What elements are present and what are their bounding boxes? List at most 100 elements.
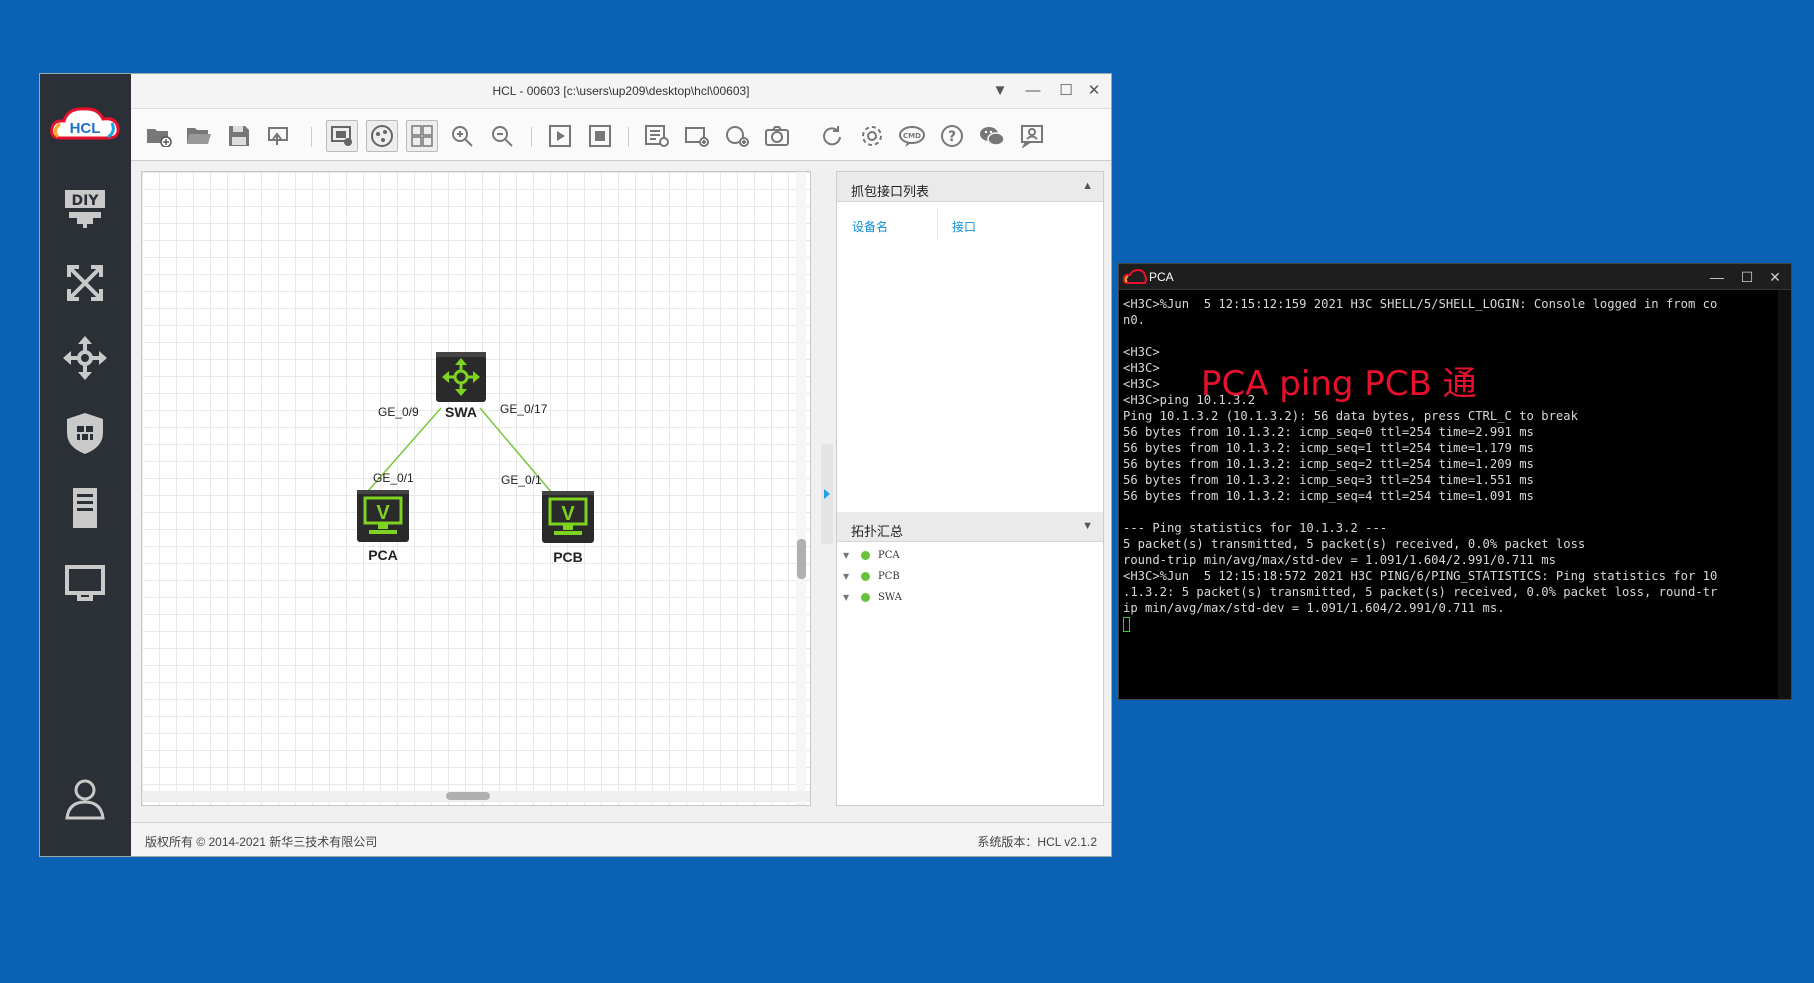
open-folder-icon[interactable] xyxy=(183,120,215,152)
column-device-name[interactable]: 设备名 xyxy=(852,218,888,235)
port-label-pca-ge0-1: GE_0/1 xyxy=(373,471,414,485)
column-interface[interactable]: 接口 xyxy=(952,218,976,235)
expand-caret-icon[interactable]: ▼ xyxy=(843,593,855,602)
zoom-out-icon[interactable] xyxy=(486,120,518,152)
device-label-swa: SWA xyxy=(445,404,477,420)
terminal-line: 56 bytes from 10.1.3.2: icmp_seq=4 ttl=2… xyxy=(1123,489,1534,503)
status-online-icon xyxy=(861,551,870,560)
terminal-line: <H3C>%Jun 5 12:15:18:572 2021 H3C PING/6… xyxy=(1123,569,1718,583)
switch-icon xyxy=(436,352,486,402)
export-icon[interactable] xyxy=(263,120,295,152)
add-note-icon[interactable] xyxy=(681,120,713,152)
terminal-window[interactable]: PCA — ☐ ✕ <H3C>%Jun 5 12:15:12:159 2021 … xyxy=(1118,263,1792,700)
title-bar: HCL - 00603 [c:\users\up209\desktop\hcl\… xyxy=(131,74,1111,109)
pc-icon: V xyxy=(357,490,409,542)
topo-item-swa[interactable]: ▼ SWA xyxy=(843,592,902,603)
maximize-icon[interactable]: ☐ xyxy=(1737,267,1757,287)
status-bar: 版权所有 © 2014-2021 新华三技术有限公司 系统版本：HCL v2.1… xyxy=(131,822,1111,856)
panel-collapse-handle[interactable] xyxy=(821,444,833,544)
svg-text:V: V xyxy=(561,503,575,525)
hcl-cloud-icon xyxy=(1123,269,1147,284)
capture-panel-header[interactable]: 抓包接口列表 ▲ xyxy=(837,172,1103,202)
topo-summary-title: 拓扑汇总 xyxy=(851,524,904,539)
camera-icon[interactable] xyxy=(761,120,793,152)
minimize-icon[interactable]: — xyxy=(1707,267,1727,287)
terminal-line: 56 bytes from 10.1.3.2: icmp_seq=0 ttl=2… xyxy=(1123,425,1534,439)
terminal-line: 56 bytes from 10.1.3.2: icmp_seq=2 ttl=2… xyxy=(1123,457,1534,471)
save-icon[interactable] xyxy=(223,120,255,152)
terminal-title: PCA xyxy=(1149,270,1174,284)
monitor-pc-icon[interactable] xyxy=(61,559,109,607)
pc-icon: V xyxy=(542,491,594,543)
window-title: HCL - 00603 [c:\users\up209\desktop\hcl\… xyxy=(492,84,750,98)
topo-summary-header[interactable]: 拓扑汇总 ▼ xyxy=(837,512,1103,542)
maximize-icon[interactable]: ☐ xyxy=(1055,80,1077,102)
canvas-vertical-scrollbar[interactable] xyxy=(796,172,806,805)
capture-panel-title: 抓包接口列表 xyxy=(851,184,930,199)
grid-view-icon[interactable] xyxy=(406,120,438,152)
sidebar: HCL DIY xyxy=(40,74,131,856)
close-icon[interactable]: ✕ xyxy=(1765,267,1785,287)
terminal-line: 5 packet(s) transmitted, 5 packet(s) rec… xyxy=(1123,537,1586,551)
svg-text:CMD: CMD xyxy=(903,132,921,140)
topo-item-pcb[interactable]: ▼ PCB xyxy=(843,571,900,582)
toolbar: CMD ? xyxy=(131,109,1111,161)
hcl-main-window: HCL DIY HCL - 00603 [c:\users\up209\desk… xyxy=(39,73,1112,857)
minimize-icon[interactable]: — xyxy=(1022,80,1044,102)
expand-caret-icon[interactable]: ▼ xyxy=(843,551,855,560)
port-label-pcb-ge0-1: GE_0/1 xyxy=(501,473,542,487)
terminal-line: 56 bytes from 10.1.3.2: icmp_seq=3 ttl=2… xyxy=(1123,473,1534,487)
refresh-icon[interactable] xyxy=(816,120,848,152)
capture-icon[interactable] xyxy=(326,120,358,152)
start-all-icon[interactable] xyxy=(544,120,576,152)
feedback-user-icon[interactable] xyxy=(1016,120,1048,152)
cmd-icon[interactable]: CMD xyxy=(896,120,928,152)
zoom-in-icon[interactable] xyxy=(446,120,478,152)
topology-view-icon[interactable] xyxy=(366,120,398,152)
user-icon[interactable] xyxy=(61,774,109,822)
settings-gear-icon[interactable] xyxy=(856,120,888,152)
chevron-up-down-icon[interactable]: ▲ xyxy=(1082,180,1093,192)
dropdown-icon[interactable]: ▼ xyxy=(989,80,1011,102)
server-icon[interactable] xyxy=(61,484,109,532)
add-shape-icon[interactable] xyxy=(721,120,753,152)
svg-text:HCL: HCL xyxy=(70,120,101,137)
terminal-cursor xyxy=(1123,617,1130,632)
device-swa[interactable] xyxy=(436,352,486,402)
chevron-down-icon[interactable]: ▼ xyxy=(1082,520,1093,532)
port-label-swa-ge0-17: GE_0/17 xyxy=(500,402,548,416)
status-online-icon xyxy=(861,593,870,602)
wechat-icon[interactable] xyxy=(976,120,1008,152)
new-project-icon[interactable] xyxy=(143,120,175,152)
device-label-pcb: PCB xyxy=(553,549,583,565)
svg-text:DIY: DIY xyxy=(72,193,100,209)
cross-arrows-icon[interactable] xyxy=(61,259,109,307)
canvas-vertical-scroll-thumb[interactable] xyxy=(797,539,806,579)
topo-item-pca[interactable]: ▼ PCA xyxy=(843,550,900,561)
expand-caret-icon[interactable]: ▼ xyxy=(843,572,855,581)
canvas-horizontal-scroll-thumb[interactable] xyxy=(446,792,490,800)
terminal-scrollbar[interactable] xyxy=(1778,290,1791,699)
annotation-text: PCA ping PCB 通 xyxy=(1201,364,1477,404)
terminal-line: Ping 10.1.3.2 (10.1.3.2): 56 data bytes,… xyxy=(1123,409,1578,423)
svg-text:V: V xyxy=(376,502,390,524)
terminal-line: ip min/avg/max/std-dev = 1.091/1.604/2.9… xyxy=(1123,601,1505,615)
close-icon[interactable]: ✕ xyxy=(1083,80,1105,102)
help-icon[interactable]: ? xyxy=(936,120,968,152)
terminal-line: --- Ping statistics for 10.1.3.2 --- xyxy=(1123,521,1388,535)
terminal-line: <H3C>%Jun 5 12:15:12:159 2021 H3C SHELL/… xyxy=(1123,297,1718,311)
firewall-shield-icon[interactable] xyxy=(61,409,109,457)
terminal-line: .1.3.2: 5 packet(s) transmitted, 5 packe… xyxy=(1123,585,1718,599)
hcl-logo: HCL xyxy=(48,104,122,144)
diy-icon[interactable]: DIY xyxy=(61,184,109,232)
list-icon[interactable] xyxy=(641,120,673,152)
stop-all-icon[interactable] xyxy=(584,120,616,152)
terminal-title-bar: PCA — ☐ ✕ xyxy=(1119,264,1791,290)
device-pca[interactable]: V xyxy=(357,490,409,542)
router-arrows-icon[interactable] xyxy=(61,334,109,382)
device-pcb[interactable]: V xyxy=(542,491,594,543)
terminal-line: 56 bytes from 10.1.3.2: icmp_seq=1 ttl=2… xyxy=(1123,441,1534,455)
topology-canvas[interactable]: SWA V PCA V PCB GE_0/9 GE_0/17 GE_0/1 GE… xyxy=(141,171,811,806)
port-label-swa-ge0-9: GE_0/9 xyxy=(378,405,419,419)
